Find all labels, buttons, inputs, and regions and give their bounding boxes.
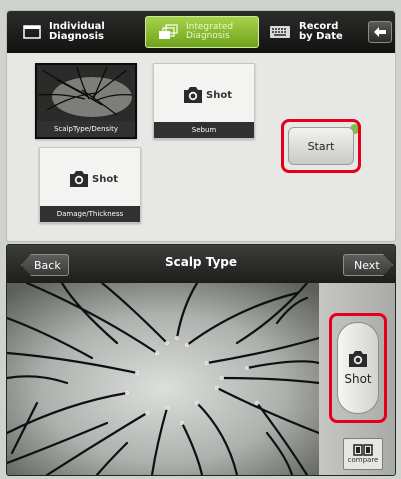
scalp-camera-image bbox=[7, 283, 319, 475]
scalp-thumbnail-image bbox=[37, 65, 135, 121]
keyboard-icon bbox=[270, 26, 290, 38]
shot-placeholder: Shot bbox=[182, 86, 232, 104]
arrow-left-icon bbox=[374, 27, 386, 37]
capture-sidebar: Shot compare bbox=[319, 283, 395, 475]
tab-individual-diagnosis[interactable]: Individual Diagnosis bbox=[23, 17, 143, 47]
shot-button[interactable]: Shot bbox=[337, 322, 379, 414]
stacked-windows-icon bbox=[159, 24, 178, 39]
start-button[interactable]: Start bbox=[288, 127, 354, 165]
camera-icon bbox=[349, 351, 367, 367]
page-title: Scalp Type bbox=[164, 255, 238, 269]
compare-label: compare bbox=[347, 456, 379, 464]
tab-integrated-diagnosis[interactable]: Integrated Diagnosis bbox=[145, 16, 259, 48]
back-arrow-button[interactable] bbox=[368, 21, 392, 43]
diagnosis-tab-bar: Individual Diagnosis Integrated Diagnosi… bbox=[7, 11, 395, 53]
shot-placeholder: Shot bbox=[68, 170, 118, 188]
scalp-type-density-tile[interactable]: ScalpType/Density bbox=[35, 63, 137, 139]
capture-header-bar: Back Scalp Type Next bbox=[7, 245, 395, 283]
tile-caption: ScalpType/Density bbox=[37, 121, 135, 137]
tab-record-by-date-label: Record by Date bbox=[299, 21, 343, 42]
shot-button-label: Shot bbox=[344, 372, 372, 386]
camera-icon bbox=[70, 171, 88, 187]
diagnosis-menu-panel: Individual Diagnosis Integrated Diagnosi… bbox=[6, 10, 396, 242]
damage-thickness-tile[interactable]: Shot Damage/Thickness bbox=[39, 147, 141, 223]
scalp-type-capture-panel: Back Scalp Type Next Shot compare bbox=[6, 244, 396, 476]
tab-record-by-date[interactable]: Record by Date bbox=[269, 17, 359, 47]
next-button[interactable]: Next bbox=[343, 254, 393, 276]
sebum-tile[interactable]: Shot Sebum bbox=[153, 63, 255, 139]
shot-highlight-frame: Shot bbox=[329, 313, 387, 423]
tile-caption: Sebum bbox=[154, 122, 254, 138]
tab-integrated-diagnosis-label: Integrated Diagnosis bbox=[186, 22, 234, 41]
shot-label: Shot bbox=[206, 89, 232, 101]
compare-button[interactable]: compare bbox=[343, 438, 383, 470]
camera-icon bbox=[184, 87, 202, 103]
compare-icon bbox=[353, 444, 373, 456]
tab-individual-diagnosis-label: Individual Diagnosis bbox=[49, 21, 105, 42]
start-highlight-frame: Start bbox=[281, 119, 361, 173]
shot-label: Shot bbox=[92, 173, 118, 185]
window-icon bbox=[23, 25, 41, 39]
tile-caption: Damage/Thickness bbox=[40, 206, 140, 222]
